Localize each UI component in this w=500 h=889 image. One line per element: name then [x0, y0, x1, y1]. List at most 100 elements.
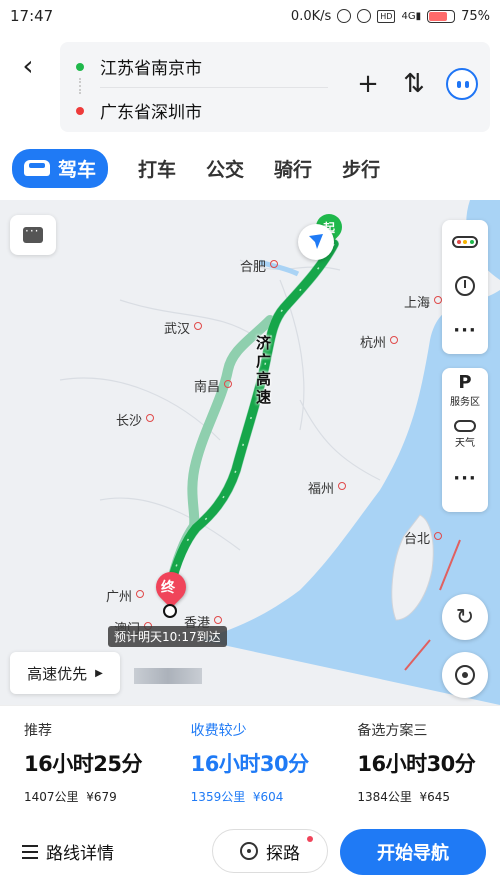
- route-option-duration: 16小时30分: [190, 752, 309, 776]
- city-taipei[interactable]: 台北: [404, 528, 443, 547]
- tab-taxi[interactable]: 打车: [138, 155, 176, 182]
- more-tools-button[interactable]: ···: [442, 308, 488, 352]
- tab-drive-label: 驾车: [58, 158, 97, 181]
- route-card-actions: + ⇅: [354, 68, 478, 100]
- route-option-duration: 16小时30分: [357, 752, 476, 776]
- route-preference-button[interactable]: 高速优先 ▶: [10, 652, 120, 694]
- assistant-mascot-icon[interactable]: [446, 68, 478, 100]
- route-preference-label: 高速优先: [27, 664, 88, 683]
- origin-dot-icon: [76, 62, 84, 71]
- cloud-icon: [454, 419, 476, 432]
- end-marker-text: 终: [161, 580, 175, 596]
- tab-walk[interactable]: 步行: [342, 155, 380, 182]
- broadcast-icon: [240, 842, 258, 860]
- plus-icon: +: [357, 69, 379, 99]
- route-option-less-toll[interactable]: 收费较少 16小时30分 1359公里 ¥604: [166, 706, 334, 813]
- swap-icon: ⇅: [403, 69, 425, 99]
- parking-icon: P: [458, 372, 472, 393]
- back-button[interactable]: ‹: [16, 48, 40, 82]
- route-option-distance: 1359公里: [190, 790, 246, 804]
- status-bar: 17:47 0.0K/s HD 4G▮ 75%: [0, 0, 500, 32]
- bottom-action-bar: 路线详情 探路 开始导航: [0, 813, 500, 889]
- route-option-meta: 1384公里 ¥645: [357, 788, 500, 805]
- chat-bubble-icon: [23, 224, 43, 243]
- route-connector: [79, 78, 81, 94]
- field-divider: [100, 87, 328, 88]
- current-location-arrow-icon[interactable]: [298, 224, 334, 260]
- status-time: 17:47: [10, 7, 54, 25]
- tab-bike[interactable]: 骑行: [274, 155, 312, 182]
- route-option-cost: ¥604: [252, 790, 284, 804]
- hd-icon: HD: [377, 9, 396, 23]
- destination-point-icon: [163, 604, 177, 618]
- city-shanghai[interactable]: 上海: [404, 292, 443, 311]
- service-area-button[interactable]: P 服务区: [442, 368, 488, 412]
- status-indicators: 0.0K/s HD 4G▮ 75%: [291, 9, 490, 24]
- destination-text: 广东省深圳市: [100, 103, 202, 123]
- weather-button[interactable]: 天气: [442, 412, 488, 456]
- blurred-content: [134, 668, 202, 684]
- battery-icon: [427, 9, 456, 23]
- explore-route-button[interactable]: 探路: [212, 829, 328, 873]
- battery-fill: [429, 11, 448, 21]
- route-option-distance: 1384公里: [357, 790, 412, 804]
- traffic-light-icon: [452, 236, 478, 248]
- tab-drive[interactable]: 驾车: [12, 148, 109, 188]
- route-details-button[interactable]: 路线详情: [22, 839, 114, 864]
- service-area-label: 服务区: [450, 397, 480, 408]
- car-icon: [24, 160, 50, 176]
- route-option-meta: 1407公里 ¥679: [24, 788, 167, 805]
- chevron-left-icon: ‹: [22, 48, 34, 82]
- route-option-duration: 16小时25分: [24, 752, 142, 776]
- eta-label: 预计明天10:17到达: [108, 626, 227, 647]
- route-input-card: 江苏省南京市 广东省深圳市 + ⇅: [60, 42, 490, 132]
- city-hangzhou[interactable]: 杭州: [360, 332, 399, 351]
- more-layers-button[interactable]: ···: [442, 456, 488, 500]
- origin-text: 江苏省南京市: [100, 59, 202, 79]
- explore-label: 探路: [266, 843, 300, 864]
- add-waypoint-button[interactable]: +: [354, 68, 382, 100]
- start-navigation-button[interactable]: 开始导航: [340, 829, 486, 875]
- map-tools-panel: ···: [442, 220, 488, 354]
- traffic-toggle-button[interactable]: [442, 220, 488, 264]
- map-base-layer: [0, 200, 500, 705]
- route-option-tag: 备选方案三: [357, 723, 428, 739]
- route-options: 推荐 16小时25分 1407公里 ¥679 收费较少 16小时30分 1359…: [0, 705, 500, 813]
- route-option-tag: 收费较少: [190, 723, 247, 739]
- city-guangzhou[interactable]: 广州: [106, 586, 145, 605]
- signal-icon: 4G▮: [401, 10, 422, 22]
- route-option-distance: 1407公里: [24, 790, 79, 804]
- route-option-cost: ¥645: [419, 790, 451, 804]
- clock-icon: [455, 276, 475, 296]
- weather-label: 天气: [455, 437, 475, 449]
- city-fuzhou[interactable]: 福州: [308, 478, 347, 497]
- crosshair-icon: [455, 665, 475, 685]
- map-view[interactable]: 合肥 上海 武汉 杭州 南昌 长沙 福州 台北 广州 澳门 香港 济广高速 起 …: [0, 200, 500, 705]
- route-details-label: 路线详情: [46, 844, 114, 864]
- route-option-alternative-3[interactable]: 备选方案三 16小时30分 1384公里 ¥645: [333, 706, 500, 813]
- refresh-icon: ↻: [455, 604, 475, 630]
- route-option-recommended[interactable]: 推荐 16小时25分 1407公里 ¥679: [0, 706, 167, 813]
- locate-me-button[interactable]: [442, 652, 488, 698]
- history-button[interactable]: [442, 264, 488, 308]
- route-header: ‹ 江苏省南京市 广东省深圳市 + ⇅: [0, 32, 500, 140]
- map-layers-panel: P 服务区 天气 ···: [442, 368, 488, 512]
- navigation-arrow-icon: [309, 234, 323, 249]
- swap-button[interactable]: ⇅: [400, 68, 428, 100]
- highway-label: 济广高速: [256, 334, 272, 406]
- feedback-button[interactable]: [10, 215, 56, 255]
- battery-percent: 75%: [461, 8, 490, 24]
- destination-field[interactable]: 广东省深圳市: [76, 98, 202, 123]
- caret-right-icon: ▶: [95, 667, 103, 679]
- city-wuhan[interactable]: 武汉: [164, 318, 203, 337]
- net-speed: 0.0K/s: [290, 8, 332, 24]
- city-hefei[interactable]: 合肥: [240, 256, 279, 275]
- alarm-icon: [357, 9, 372, 23]
- origin-field[interactable]: 江苏省南京市: [76, 54, 202, 79]
- city-changsha[interactable]: 长沙: [116, 410, 155, 429]
- notification-dot: [307, 836, 313, 842]
- refresh-route-button[interactable]: ↻: [442, 594, 488, 640]
- route-option-meta: 1359公里 ¥604: [191, 788, 334, 805]
- city-nanchang[interactable]: 南昌: [194, 376, 233, 395]
- tab-transit[interactable]: 公交: [206, 155, 244, 182]
